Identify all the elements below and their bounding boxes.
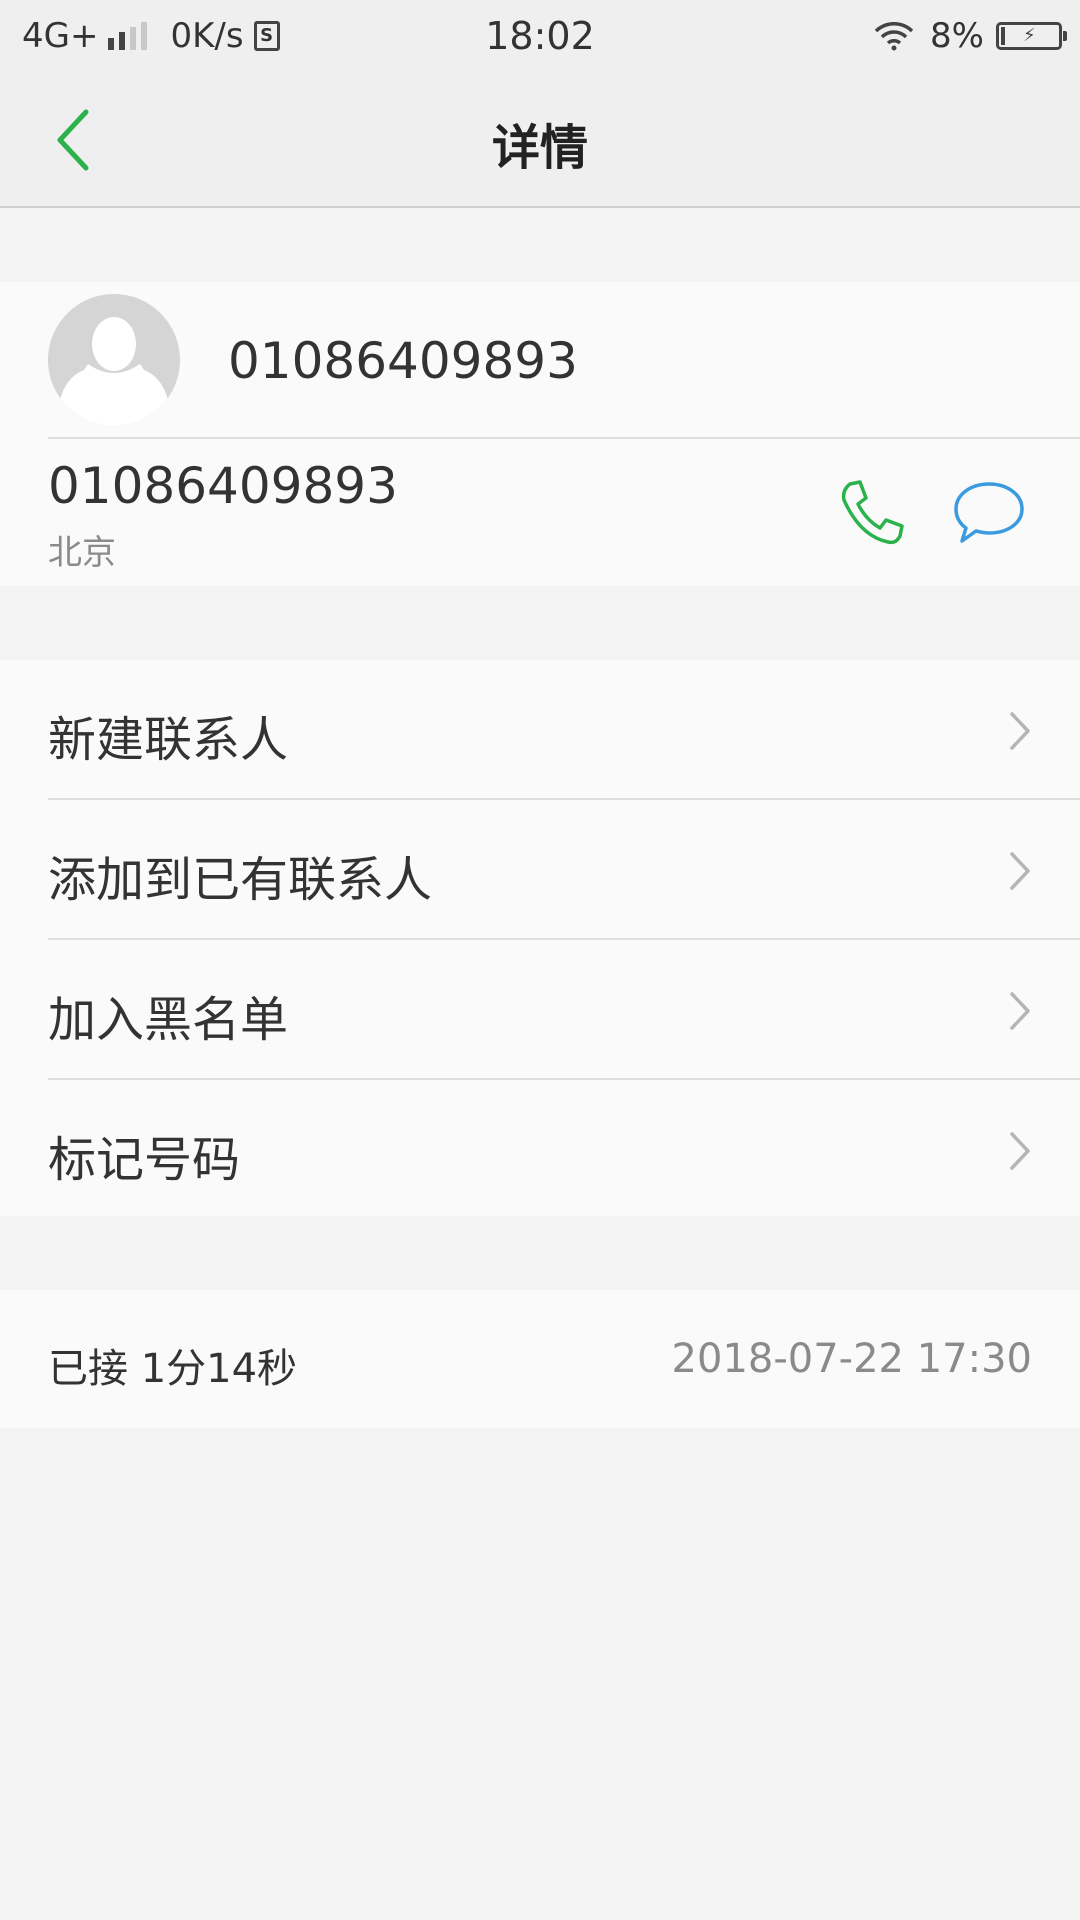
- person-silhouette-icon: [56, 317, 172, 426]
- chevron-right-icon: [1010, 852, 1030, 890]
- contact-card: 01086409893 01086409893 北京: [0, 282, 1080, 586]
- app-bar: 详情: [0, 72, 1080, 208]
- wifi-icon: [874, 22, 914, 51]
- phone-location: 北京: [48, 533, 116, 573]
- chevron-right-icon: [1010, 712, 1030, 750]
- divider: [48, 437, 1080, 439]
- chevron-right-icon: [1010, 1132, 1030, 1170]
- add-to-existing-contact-label: 添加到已有联系人: [48, 852, 433, 908]
- mark-number-row[interactable]: 标记号码: [0, 1080, 1080, 1220]
- add-to-blacklist-row[interactable]: 加入黑名单: [0, 940, 1080, 1080]
- contact-header-number: 01086409893: [228, 332, 578, 390]
- status-bar: 4G+ 0K/s S 18:02 8% ⚡: [0, 0, 1080, 72]
- call-log-card: 已接 1分14秒 2018-07-22 17:30: [0, 1290, 1080, 1428]
- battery-percent: 8%: [930, 16, 984, 56]
- phone-number: 01086409893: [48, 457, 398, 515]
- mark-number-label: 标记号码: [48, 1132, 241, 1188]
- battery-fill: [1001, 27, 1005, 45]
- phone-icon: [841, 480, 904, 545]
- new-contact-label: 新建联系人: [48, 712, 289, 768]
- call-button[interactable]: [836, 478, 906, 548]
- message-button[interactable]: [952, 478, 1026, 548]
- add-to-blacklist-label: 加入黑名单: [48, 992, 289, 1048]
- call-datetime: 2018-07-22 17:30: [671, 1336, 1032, 1382]
- actions-card: 新建联系人 添加到已有联系人 加入黑名单 标记号码: [0, 660, 1080, 1216]
- status-right: 8% ⚡: [874, 14, 1067, 58]
- avatar: [48, 294, 180, 426]
- new-contact-row[interactable]: 新建联系人: [0, 660, 1080, 800]
- add-to-existing-contact-row[interactable]: 添加到已有联系人: [0, 800, 1080, 940]
- chevron-right-icon: [1010, 992, 1030, 1030]
- call-status: 已接 1分14秒: [48, 1346, 298, 1392]
- battery-icon: ⚡: [996, 22, 1067, 50]
- chat-bubble-icon: [954, 482, 1024, 543]
- charging-icon: ⚡: [1023, 25, 1036, 46]
- page-title: 详情: [491, 120, 588, 176]
